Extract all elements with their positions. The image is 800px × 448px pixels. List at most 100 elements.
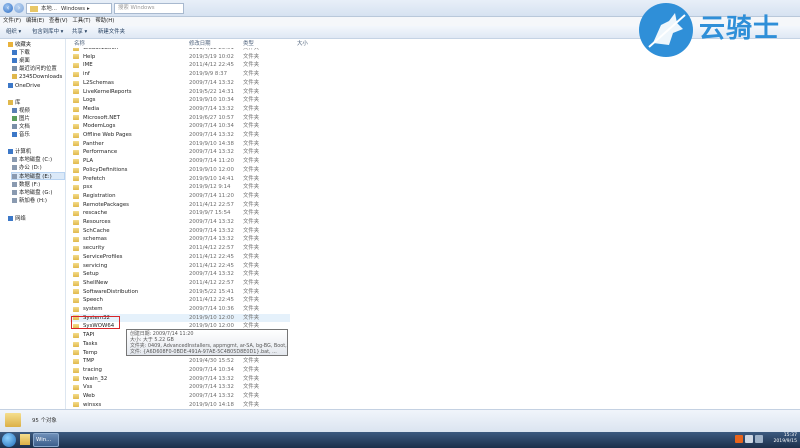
back-icon[interactable]: ‹ xyxy=(3,3,13,13)
file-row[interactable]: ModemLogs 2009/7/14 10:34 文件夹 xyxy=(70,122,290,131)
file-row[interactable]: Speech 2011/4/12 22:45 文件夹 xyxy=(70,296,290,305)
column-type[interactable]: 类型 xyxy=(243,40,254,48)
file-name: system xyxy=(83,306,103,312)
file-type: 文件夹 xyxy=(243,279,260,286)
new-folder-button[interactable]: 新建文件夹 xyxy=(98,26,125,39)
tray-icon[interactable] xyxy=(745,435,753,443)
file-date: 2009/7/14 13:32 xyxy=(189,384,234,391)
sidebar-item-drive-g[interactable]: 本地磁盘 (G:) xyxy=(12,189,52,197)
file-row[interactable]: SchCache 2009/7/14 13:32 文件夹 xyxy=(70,227,290,236)
file-row[interactable]: servicing 2011/4/12 22:45 文件夹 xyxy=(70,262,290,271)
sidebar-item-desktop[interactable]: 桌面 xyxy=(12,57,30,65)
file-date: 2019/9/10 14:18 xyxy=(189,401,234,408)
system-clock[interactable]: 15:37 2019/9/15 xyxy=(773,433,797,445)
file-row[interactable]: system 2009/7/14 10:36 文件夹 xyxy=(70,305,290,314)
file-row[interactable]: LiveKernelReports 2019/5/22 14:31 文件夹 xyxy=(70,88,290,97)
file-row[interactable]: Help 2019/3/19 10:02 文件夹 xyxy=(70,53,290,62)
input-method-icon[interactable] xyxy=(735,435,743,443)
organize-button[interactable]: 组织 ▾ xyxy=(6,26,21,39)
volume-icon[interactable] xyxy=(755,435,763,443)
file-name: Logs xyxy=(83,97,96,104)
file-row[interactable]: winsxs 2019/9/10 14:18 文件夹 xyxy=(70,401,290,409)
file-row[interactable]: Registration 2009/7/14 11:20 文件夹 xyxy=(70,192,290,201)
file-row[interactable]: IME 2011/4/12 22:45 文件夹 xyxy=(70,61,290,70)
folder-icon xyxy=(73,219,79,225)
sidebar-item-videos[interactable]: 视频 xyxy=(12,107,30,115)
menu-file[interactable]: 文件(F) xyxy=(3,17,21,26)
explorer-taskbar-icon[interactable] xyxy=(20,434,30,445)
include-in-library-button[interactable]: 包含到库中 ▾ xyxy=(32,26,63,39)
file-row[interactable]: Offline Web Pages 2009/7/14 13:32 文件夹 xyxy=(70,131,290,140)
file-row[interactable]: inf 2019/9/9 8:37 文件夹 xyxy=(70,70,290,79)
search-input[interactable]: 搜索 Windows xyxy=(114,3,184,14)
column-date-modified[interactable]: 修改日期 xyxy=(189,40,211,48)
sidebar-item-favorites[interactable]: 收藏夹 xyxy=(8,41,31,49)
file-date: 2019/9/12 9:14 xyxy=(189,184,231,191)
sidebar-item-drive-h[interactable]: 新加卷 (H:) xyxy=(12,197,47,205)
address-bar[interactable]: 本地... Windows ▸ xyxy=(26,3,112,14)
file-row[interactable]: L2Schemas 2009/7/14 13:32 文件夹 xyxy=(70,79,290,88)
file-row[interactable]: psx 2019/9/12 9:14 文件夹 xyxy=(70,183,290,192)
watermark-logo: 云骑士 xyxy=(633,3,798,59)
breadcrumb-parent[interactable]: 本地... xyxy=(41,5,57,13)
sidebar-item-drive-e[interactable]: 本地磁盘 (E:) xyxy=(11,172,65,180)
taskbar-window-item[interactable]: Win... xyxy=(33,433,59,447)
file-row[interactable]: Vss 2009/7/14 13:32 文件夹 xyxy=(70,383,290,392)
file-row[interactable]: Setup 2009/7/14 13:32 文件夹 xyxy=(70,270,290,279)
file-row[interactable]: ShellNew 2011/4/12 22:57 文件夹 xyxy=(70,279,290,288)
file-row[interactable]: Performance 2009/7/14 13:32 文件夹 xyxy=(70,148,290,157)
file-row[interactable]: Logs 2019/9/10 10:34 文件夹 xyxy=(70,96,290,105)
sidebar-item-drive-d[interactable]: 办公 (D:) xyxy=(12,164,42,172)
taskbar: Win... 15:37 2019/9/15 xyxy=(0,432,800,448)
start-button[interactable] xyxy=(2,433,16,447)
sidebar-item-libraries[interactable]: 库 xyxy=(8,99,20,107)
sidebar-item-downloads[interactable]: 下载 xyxy=(12,49,30,57)
menu-help[interactable]: 帮助(H) xyxy=(95,17,114,26)
file-row[interactable]: Panther 2019/9/10 14:38 文件夹 xyxy=(70,140,290,149)
sidebar-item-drive-f[interactable]: 数据 (F:) xyxy=(12,181,40,189)
column-size[interactable]: 大小 xyxy=(297,40,308,48)
file-row[interactable]: rescache 2019/9/7 15:54 文件夹 xyxy=(70,209,290,218)
chevron-right-icon[interactable]: ▸ xyxy=(87,5,90,13)
column-name[interactable]: 名称 xyxy=(74,40,85,48)
tooltip-files: 文件: {A6D608F0-0BDE-491A-97AE-5C4B05D8E0D… xyxy=(130,349,277,355)
sidebar-item-music[interactable]: 音乐 xyxy=(12,131,30,139)
menu-view[interactable]: 查看(V) xyxy=(49,17,68,26)
sidebar-item-network[interactable]: 网络 xyxy=(8,215,26,223)
file-date: 2011/4/12 22:57 xyxy=(189,279,234,286)
file-row[interactable]: tracing 2009/7/14 10:34 文件夹 xyxy=(70,366,290,375)
file-type: 文件夹 xyxy=(243,393,260,399)
sidebar-item-drive-c[interactable]: 本地磁盘 (C:) xyxy=(12,156,52,164)
file-row[interactable]: RemotePackages 2011/4/12 22:57 文件夹 xyxy=(70,201,290,210)
menu-tools[interactable]: 工具(T) xyxy=(72,17,90,26)
file-date: 2009/7/14 13:32 xyxy=(189,393,234,399)
share-button[interactable]: 共享 ▾ xyxy=(72,26,87,39)
file-name: Speech xyxy=(83,297,103,304)
breadcrumb-current[interactable]: Windows xyxy=(61,5,85,13)
sidebar-item-documents[interactable]: 文档 xyxy=(12,123,30,131)
file-row[interactable]: PLA 2009/7/14 11:20 文件夹 xyxy=(70,157,290,166)
file-row[interactable]: schemas 2009/7/14 13:32 文件夹 xyxy=(70,235,290,244)
file-row[interactable]: TMP 2019/4/30 15:52 文件夹 xyxy=(70,357,290,366)
highlight-box xyxy=(71,316,120,329)
sidebar-item-computer[interactable]: 计算机 xyxy=(8,148,31,156)
file-row[interactable]: ServiceProfiles 2011/4/12 22:45 文件夹 xyxy=(70,253,290,262)
file-row[interactable]: twain_32 2009/7/14 13:32 文件夹 xyxy=(70,375,290,384)
drive-icon xyxy=(12,190,17,195)
sidebar-item-recent[interactable]: 最近访问的位置 xyxy=(12,65,57,73)
menu-edit[interactable]: 编辑(E) xyxy=(26,17,44,26)
file-row[interactable]: SoftwareDistribution 2019/5/22 15:41 文件夹 xyxy=(70,288,290,297)
file-row[interactable]: Resources 2009/7/14 13:32 文件夹 xyxy=(70,218,290,227)
file-type: 文件夹 xyxy=(243,262,260,269)
file-name: Tasks xyxy=(83,340,98,347)
file-row[interactable]: Web 2009/7/14 13:32 文件夹 xyxy=(70,392,290,401)
file-row[interactable]: security 2011/4/12 22:57 文件夹 xyxy=(70,244,290,253)
file-row[interactable]: PolicyDefinitions 2019/9/10 12:00 文件夹 xyxy=(70,166,290,175)
file-row[interactable]: Media 2009/7/14 13:32 文件夹 xyxy=(70,105,290,114)
file-row[interactable]: Microsoft.NET 2019/6/27 10:57 文件夹 xyxy=(70,114,290,123)
sidebar-item-2345downloads[interactable]: 2345Downloads xyxy=(12,73,62,81)
sidebar-item-onedrive[interactable]: OneDrive xyxy=(8,82,40,90)
sidebar-item-pictures[interactable]: 图片 xyxy=(12,115,30,123)
file-row[interactable]: Prefetch 2019/9/10 14:41 文件夹 xyxy=(70,175,290,184)
forward-icon[interactable]: › xyxy=(14,3,24,13)
